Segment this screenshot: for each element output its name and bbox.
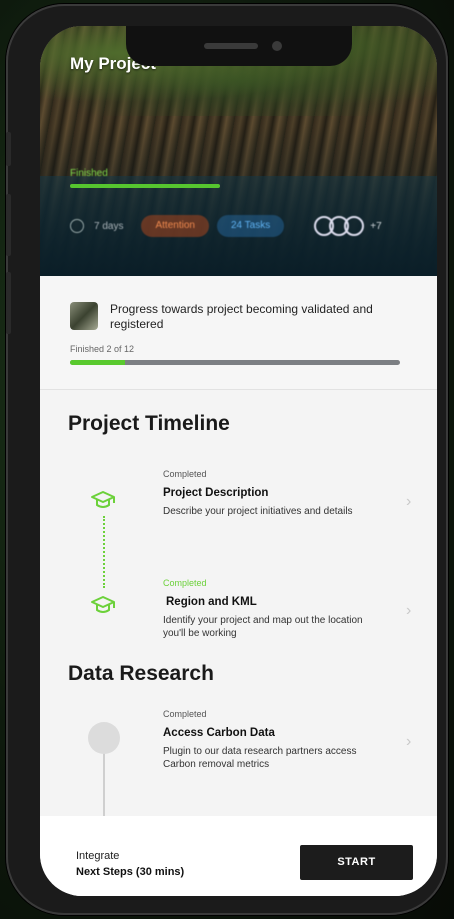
volume-down-button [6,272,11,334]
volume-up-button [6,194,11,256]
extra-members-count: +7 [370,220,382,232]
graduation-cap-icon [91,596,115,613]
timeline-step-region-kml[interactable]: Completed Region and KML Identify your p… [40,578,437,658]
validation-progress-card: Progress towards project becoming valida… [40,276,437,390]
next-steps-bar: Integrate Next Steps (30 mins) START [40,816,437,896]
progress-description: Progress towards project becoming valida… [110,302,373,331]
graduation-cap-icon [91,491,115,508]
research-step-access-carbon-data[interactable]: Completed Access Carbon Data Plugin to o… [40,709,437,789]
validation-progress-fill [70,360,125,365]
step-name: Access Carbon Data [163,727,275,739]
chevron-right-icon: › [406,733,412,750]
step-description: Identify your project and map out the lo… [163,615,363,639]
step-name: Region and KML [166,596,257,608]
project-meta-row: 7 days Attention 24 Tasks +7 [70,214,410,238]
validation-progress-track [70,360,400,365]
step-description: Describe your project initiatives and de… [163,506,353,517]
app-screen: My Project Finished 7 days Attention 24 … [40,26,437,896]
research-heading: Data Research [68,662,214,685]
start-button[interactable]: START [300,845,413,880]
tasks-badge[interactable]: 24 Tasks [216,215,285,237]
attention-badge[interactable]: Attention [141,215,209,237]
phone-frame: My Project Finished 7 days Attention 24 … [6,4,448,915]
notch [126,26,352,66]
chevron-right-icon: › [406,493,412,510]
member-avatars[interactable] [314,216,365,236]
clock-icon [70,219,84,233]
step-description: Plugin to our data research partners acc… [163,746,357,770]
finished-count-label: Finished 2 of 12 [70,344,135,354]
mute-switch [6,132,11,166]
hero-status-label: Finished [70,168,108,179]
timeline-step-project-description[interactable]: Completed Project Description Describe y… [40,469,437,549]
speaker-grille [204,43,258,49]
duration-label: 7 days [94,220,124,232]
step-status: Completed [163,709,207,719]
integrate-label: Integrate [76,850,120,862]
camera [272,41,282,51]
chevron-right-icon: › [406,602,412,619]
step-status: Completed [163,578,207,588]
step-name: Project Description [163,487,269,499]
avatar [344,216,365,236]
step-status: Completed [163,469,207,479]
hero-progress-bar [70,184,220,188]
project-thumbnail [70,302,98,330]
timeline-heading: Project Timeline [68,412,230,435]
next-steps-label: Next Steps (30 mins) [76,866,185,878]
